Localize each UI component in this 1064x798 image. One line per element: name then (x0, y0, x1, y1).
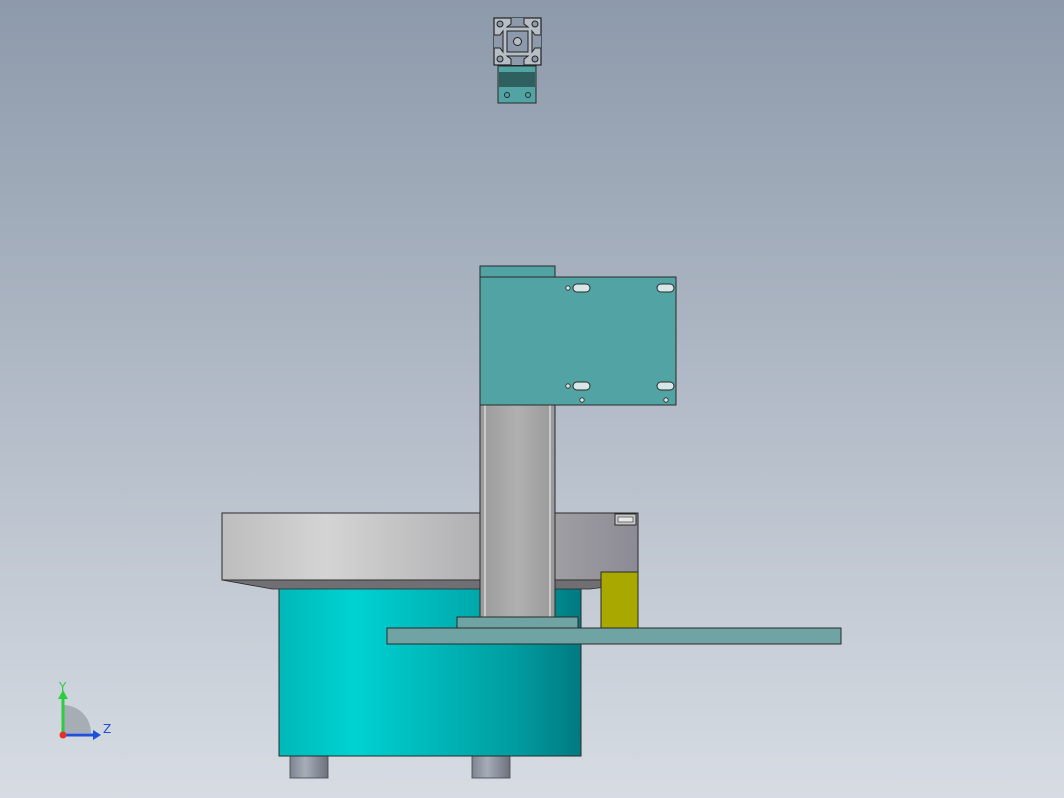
extrusion-corner-hole-bl (496, 55, 504, 63)
slot-top-left (572, 283, 591, 293)
column-top-cap[interactable] (479, 265, 556, 278)
triad-z-label: Z (103, 722, 111, 736)
extrusion-corner-hole-tr (531, 20, 539, 28)
cad-viewport[interactable]: Y Z (0, 0, 1064, 798)
hole-bottom-left (565, 383, 571, 389)
horizontal-base-plate[interactable] (386, 627, 842, 645)
column-body (479, 404, 556, 619)
sensor-block[interactable] (600, 571, 639, 629)
foot-right[interactable] (471, 755, 511, 779)
triad-y-label: Y (58, 680, 67, 694)
slot-top-right (656, 283, 675, 293)
extrusion-corner-hole-tl (496, 20, 504, 28)
model-scene[interactable]: Y Z (0, 0, 1064, 798)
extrusion-core-hole (513, 37, 522, 46)
mounting-plate[interactable] (479, 276, 677, 406)
bowl-rim (221, 512, 639, 581)
hole-lower-mid (579, 397, 585, 403)
foot-left[interactable] (289, 755, 329, 779)
triad-origin (59, 731, 67, 739)
bowl-outlet-inner (617, 516, 634, 523)
hole-lower-right (663, 397, 669, 403)
slot-bottom-left (572, 381, 591, 391)
slot-bottom-right (656, 381, 675, 391)
extrusion-corner-hole-br (531, 55, 539, 63)
vertical-column[interactable] (479, 404, 556, 619)
bracket-dark-band (499, 72, 535, 87)
feeder-bowl[interactable] (221, 512, 639, 590)
bowl-underside (221, 579, 639, 590)
column-base-plate[interactable] (456, 616, 579, 630)
aluminum-profile-bracket[interactable] (493, 17, 542, 104)
hole-top-left (565, 285, 571, 291)
